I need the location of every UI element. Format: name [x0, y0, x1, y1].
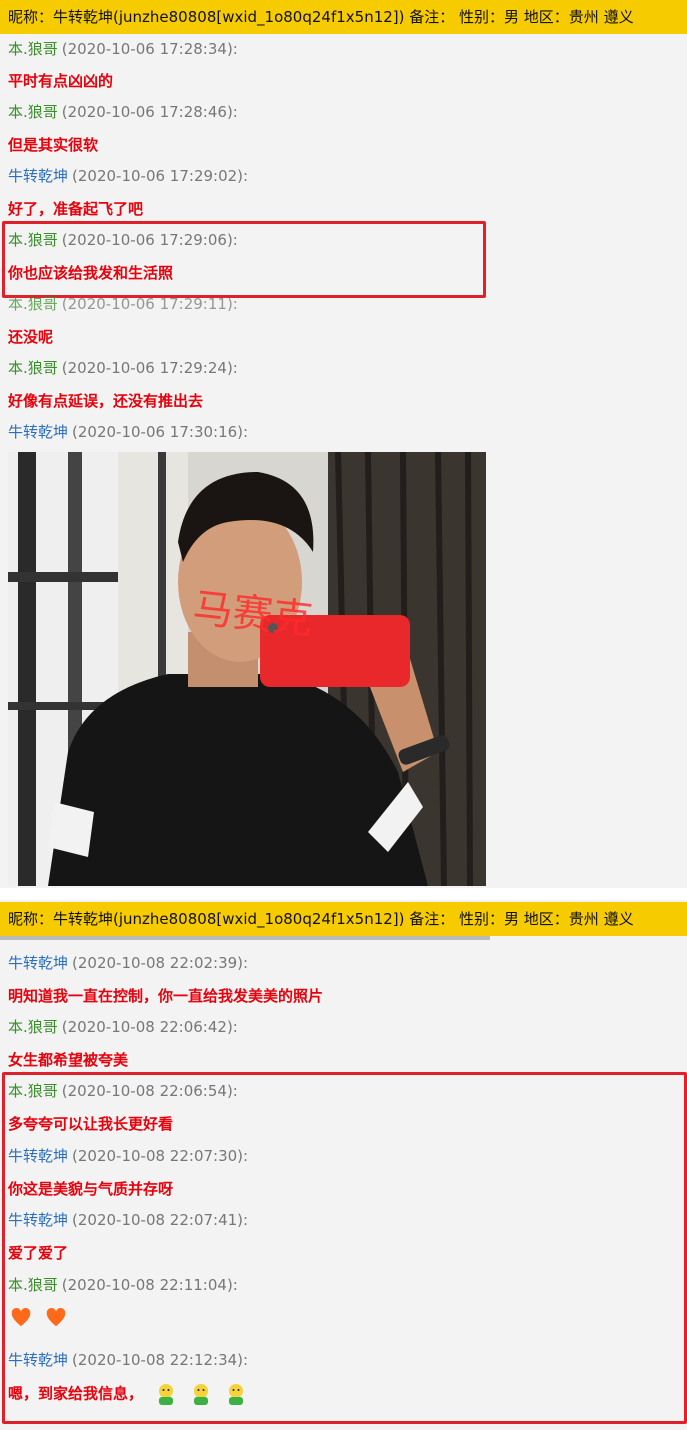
message-meta: 牛转乾坤 (2020-10-06 17:30:16):	[8, 421, 248, 442]
sender-name: 牛转乾坤	[8, 1351, 69, 1369]
smile-emoji-icon	[159, 1384, 174, 1405]
timestamp: (2020-10-08 22:06:42):	[61, 1018, 238, 1036]
message-text: 但是其实很软	[8, 136, 99, 154]
sender-name: 本.狼哥	[8, 295, 58, 313]
timestamp: (2020-10-08 22:02:39):	[72, 954, 249, 972]
heart-emoji-row	[10, 1307, 75, 1333]
timestamp: (2020-10-08 22:12:34):	[72, 1351, 249, 1369]
contact-info-header: 昵称：牛转乾坤(junzhe80808[wxid_1o80q24f1x5n12]…	[0, 902, 687, 936]
message-meta: 牛转乾坤 (2020-10-08 22:12:34):	[8, 1349, 248, 1370]
timestamp: (2020-10-06 17:28:34):	[61, 40, 238, 58]
message-text: 女生都希望被夸美	[8, 1051, 129, 1069]
timestamp: (2020-10-06 17:30:16):	[72, 423, 249, 441]
message-line: 嗯，到家给我信息，	[8, 1382, 248, 1406]
timestamp: (2020-10-08 22:07:30):	[72, 1147, 249, 1165]
sender-name: 牛转乾坤	[8, 954, 69, 972]
message-meta: 牛转乾坤 (2020-10-08 22:07:41):	[8, 1209, 248, 1230]
message-meta: 本.狼哥 (2020-10-08 22:06:42):	[8, 1016, 238, 1037]
message-meta: 本.狼哥 (2020-10-06 17:29:24):	[8, 357, 238, 378]
message-text: 多夸夸可以让我长更好看	[8, 1115, 174, 1133]
heart-icon	[11, 1308, 31, 1327]
contact-info-text: 昵称：牛转乾坤(junzhe80808[wxid_1o80q24f1x5n12]…	[8, 910, 634, 928]
message-text: 好像有点延误，还没有推出去	[8, 392, 204, 410]
sender-name: 牛转乾坤	[8, 167, 69, 185]
sender-name: 本.狼哥	[8, 359, 58, 377]
timestamp: (2020-10-06 17:29:24):	[61, 359, 238, 377]
sender-name: 牛转乾坤	[8, 1211, 69, 1229]
smile-emoji-icon	[229, 1384, 244, 1405]
sender-name: 牛转乾坤	[8, 1147, 69, 1165]
message-text: 好了，准备起飞了吧	[8, 200, 144, 218]
heart-icon	[46, 1308, 66, 1327]
header-shadow	[0, 936, 490, 940]
sender-name: 本.狼哥	[8, 1018, 58, 1036]
sender-name: 本.狼哥	[8, 103, 58, 121]
smile-emoji-icon	[194, 1384, 209, 1405]
highlight-box	[2, 221, 486, 298]
contact-info-header: 昵称：牛转乾坤(junzhe80808[wxid_1o80q24f1x5n12]…	[0, 0, 687, 34]
selfie-photo[interactable]: 马赛克	[8, 452, 486, 886]
sender-name: 本.狼哥	[8, 1082, 58, 1100]
message-text: 平时有点凶凶的	[8, 72, 114, 90]
screenshot-divider	[0, 888, 687, 900]
timestamp: (2020-10-08 22:11:04):	[61, 1276, 238, 1294]
message-meta: 本.狼哥 (2020-10-08 22:06:54):	[8, 1080, 238, 1101]
sender-name: 本.狼哥	[8, 1276, 58, 1294]
timestamp: (2020-10-06 17:29:02):	[72, 167, 249, 185]
message-meta: 牛转乾坤 (2020-10-08 22:07:30):	[8, 1145, 248, 1166]
message-meta: 牛转乾坤 (2020-10-06 17:29:02):	[8, 165, 248, 186]
message-meta: 本.狼哥 (2020-10-08 22:11:04):	[8, 1274, 238, 1295]
message-text: 你这是美貌与气质并存呀	[8, 1180, 174, 1198]
sender-name: 牛转乾坤	[8, 423, 69, 441]
message-meta: 本.狼哥 (2020-10-06 17:28:46):	[8, 101, 238, 122]
timestamp: (2020-10-08 22:07:41):	[72, 1211, 249, 1229]
contact-info-text: 昵称：牛转乾坤(junzhe80808[wxid_1o80q24f1x5n12]…	[8, 8, 634, 26]
message-meta: 牛转乾坤 (2020-10-08 22:02:39):	[8, 952, 248, 973]
timestamp: (2020-10-08 22:06:54):	[61, 1082, 238, 1100]
message-meta: 本.狼哥 (2020-10-06 17:29:11):	[8, 293, 238, 314]
selfie-photo-illustration: 马赛克	[8, 452, 486, 886]
timestamp: (2020-10-06 17:29:11):	[61, 295, 238, 313]
message-meta: 本.狼哥 (2020-10-06 17:28:34):	[8, 38, 238, 59]
message-text: 嗯，到家给我信息，	[8, 1384, 144, 1403]
message-text: 还没呢	[8, 328, 54, 346]
sender-name: 本.狼哥	[8, 40, 58, 58]
timestamp: (2020-10-06 17:28:46):	[61, 103, 238, 121]
message-text: 爱了爱了	[8, 1244, 69, 1262]
message-text: 明知道我一直在控制，你一直给我发美美的照片	[8, 987, 324, 1005]
